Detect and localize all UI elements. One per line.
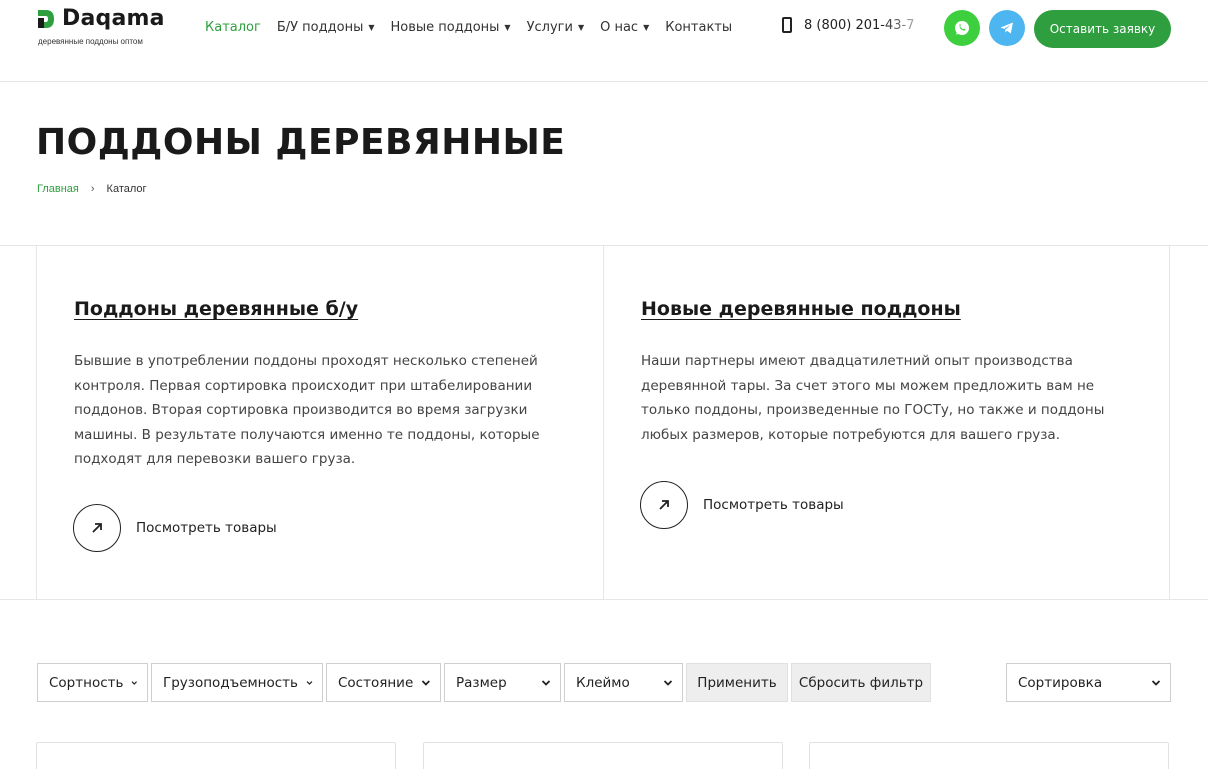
chevron-down-icon: [306, 680, 313, 685]
select-value: Сортность: [49, 674, 124, 691]
reset-filter-button[interactable]: Сбросить фильтр: [791, 663, 931, 702]
view-products-label: Посмотреть товары: [703, 497, 844, 513]
caret-down-icon: ▼: [368, 22, 375, 32]
category-description: Бывшие в употреблении поддоны проходят н…: [74, 353, 540, 467]
phone-number: 8 (800) 201-43-7: [804, 17, 915, 33]
breadcrumb-home-link[interactable]: Главная: [37, 183, 79, 195]
telegram-icon: [1000, 22, 1013, 34]
view-products-link[interactable]: Посмотреть товары: [640, 481, 844, 529]
chevron-down-icon: [1151, 679, 1161, 686]
nav-item-label: Контакты: [665, 19, 733, 35]
chevron-down-icon: [541, 679, 551, 686]
breadcrumb-current: Каталог: [106, 183, 147, 195]
select-value: Размер: [456, 674, 507, 691]
logo[interactable]: Daqama деревянные поддоны оптом: [36, 6, 176, 46]
category-title-link[interactable]: Поддоны деревянные б/у: [74, 298, 358, 320]
phone-icon: [782, 17, 792, 33]
product-card[interactable]: [36, 742, 396, 769]
size-select[interactable]: Размер: [444, 663, 561, 702]
nav-item-about[interactable]: О нас ▼: [600, 20, 649, 35]
chevron-down-icon: [132, 680, 138, 685]
breadcrumb-separator: ›: [90, 183, 95, 195]
chevron-down-icon: [422, 679, 431, 686]
nav-item-new-pallets[interactable]: Новые поддоны ▼: [390, 20, 510, 35]
category-card: Поддоны деревянные б/у Бывшие в употребл…: [36, 246, 603, 600]
condition-select[interactable]: Состояние: [326, 663, 441, 702]
view-products-label: Посмотреть товары: [136, 520, 277, 536]
logo-tagline: деревянные поддоны оптом: [38, 37, 143, 46]
select-value: Клеймо: [576, 674, 630, 691]
nav-item-label: Новые поддоны: [390, 19, 500, 35]
whatsapp-button[interactable]: [944, 10, 980, 46]
category-card: Новые деревянные поддоны Наши партнеры и…: [603, 246, 1170, 600]
sort-select[interactable]: Сортировка: [1006, 663, 1171, 702]
caret-down-icon: ▼: [504, 22, 511, 32]
chevron-down-icon: [663, 679, 673, 686]
nav-item-label: О нас: [600, 19, 639, 35]
logo-mark-icon: [38, 10, 54, 28]
select-value: Состояние: [338, 674, 414, 691]
arrow-up-right-icon: [640, 481, 688, 529]
load-capacity-select[interactable]: Грузоподъемность: [151, 663, 323, 702]
phone-link[interactable]: 8 (800) 201-43-7: [782, 17, 934, 33]
select-value: Грузоподъемность: [163, 674, 299, 691]
site-header: Daqama деревянные поддоны оптом Каталог …: [0, 0, 1208, 82]
category-section: Поддоны деревянные б/у Бывшие в употребл…: [0, 245, 1208, 600]
nav-item-services[interactable]: Услуги ▼: [527, 20, 585, 35]
nav-item-catalog[interactable]: Каталог: [205, 20, 261, 35]
breadcrumb: Главная › Каталог: [37, 183, 147, 195]
logo-name: Daqama: [62, 6, 165, 31]
caret-down-icon: ▼: [577, 22, 585, 32]
category-title-link[interactable]: Новые деревянные поддоны: [641, 298, 961, 320]
grade-select[interactable]: Сортность: [37, 663, 148, 702]
filter-bar: Сортность Грузоподъемность Состояние Раз…: [37, 663, 934, 702]
nav-item-label: Каталог: [205, 19, 261, 35]
telegram-button[interactable]: [989, 10, 1025, 46]
view-products-link[interactable]: Посмотреть товары: [73, 504, 277, 552]
category-description: Наши партнеры имеют двадцатилетний опыт …: [641, 353, 1105, 443]
product-card[interactable]: [809, 742, 1169, 769]
select-value: Сортировка: [1018, 674, 1103, 691]
apply-filter-button[interactable]: Применить: [686, 663, 788, 702]
page-title: ПОДДОНЫ ДЕРЕВЯННЫЕ: [36, 122, 566, 163]
nav-item-label: Услуги: [526, 19, 573, 35]
request-button[interactable]: Оставить заявку: [1034, 10, 1171, 48]
arrow-up-right-icon: [73, 504, 121, 552]
product-card[interactable]: [423, 742, 783, 769]
nav-item-used-pallets[interactable]: Б/У поддоны ▼: [277, 20, 375, 35]
nav-item-contacts[interactable]: Контакты: [665, 20, 732, 35]
caret-down-icon: ▼: [643, 22, 650, 32]
stamp-select[interactable]: Клеймо: [564, 663, 683, 702]
whatsapp-icon: [955, 21, 969, 35]
main-nav: Каталог Б/У поддоны ▼ Новые поддоны ▼ Ус…: [205, 18, 748, 36]
nav-item-label: Б/У поддоны: [276, 19, 364, 35]
